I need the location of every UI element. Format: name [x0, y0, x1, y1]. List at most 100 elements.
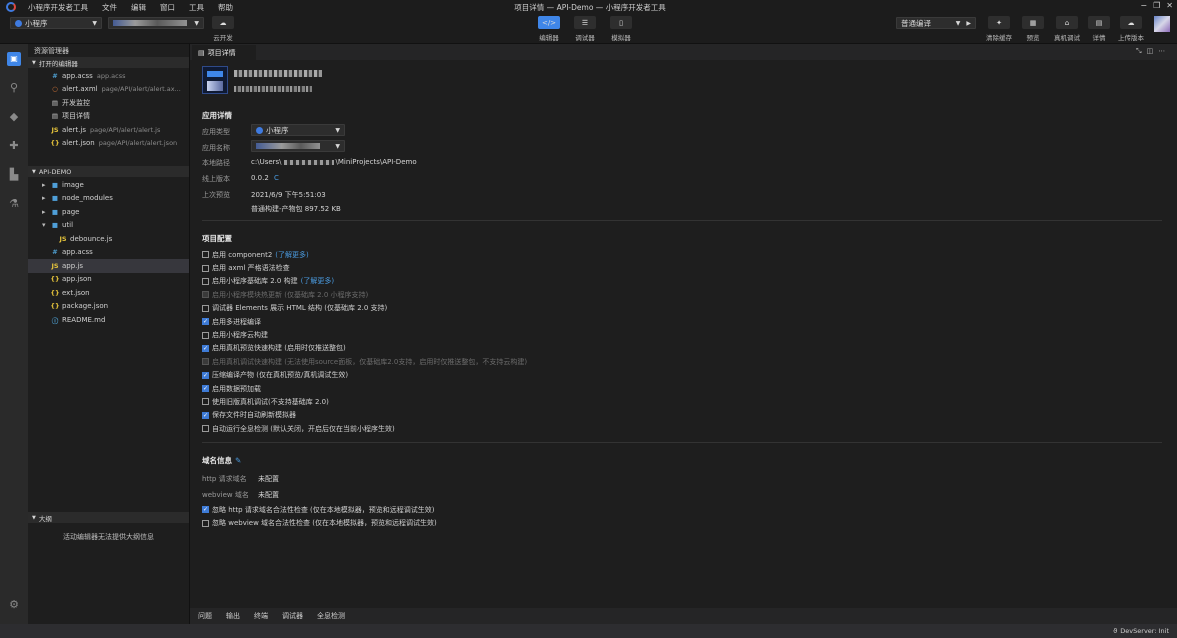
- checkbox-checked-icon[interactable]: ✓: [202, 385, 209, 393]
- checkbox-checked-icon[interactable]: ✓: [202, 371, 209, 379]
- checkbox-icon[interactable]: [202, 331, 209, 339]
- close-icon[interactable]: ✕: [1166, 1, 1173, 10]
- avatar[interactable]: [1154, 16, 1170, 32]
- learn-more-link[interactable]: (了解更多): [301, 276, 334, 286]
- play-icon[interactable]: ▶: [966, 20, 971, 27]
- checkbox-checked-icon[interactable]: ✓: [202, 344, 209, 352]
- checkbox-checked-icon[interactable]: ✓: [202, 506, 209, 514]
- path-prefix: c:\Users\: [251, 158, 282, 166]
- open-editor-name: alert.json: [62, 139, 95, 148]
- debugger-view-button[interactable]: ☰: [574, 16, 596, 29]
- folder-item[interactable]: ▸ ■ node_modules: [28, 192, 189, 206]
- menu-tools[interactable]: 工具: [189, 2, 204, 13]
- checkbox-icon[interactable]: [202, 304, 209, 312]
- type-select[interactable]: 小程序 ▼: [251, 124, 345, 136]
- refresh-icon[interactable]: C: [274, 174, 279, 182]
- name-select[interactable]: ▼: [251, 140, 345, 152]
- devserver-status-text: DevServer: Init: [1120, 627, 1169, 635]
- checkbox-icon[interactable]: [202, 398, 209, 406]
- config-option[interactable]: ✓ 压缩编译产物 (仅在真机预览/真机调试生效): [202, 369, 1102, 382]
- tab-debugger[interactable]: 调试器: [282, 611, 303, 621]
- restore-icon[interactable]: ❐: [1153, 1, 1160, 10]
- file-item[interactable]: JS app.js: [28, 259, 189, 273]
- folder-item[interactable]: ▸ ■ page: [28, 205, 189, 219]
- config-option[interactable]: 启用小程序基础库 2.0 构建 (了解更多): [202, 275, 1102, 288]
- config-option[interactable]: 启用 axml 严格语法检查: [202, 261, 1102, 274]
- config-option[interactable]: ✓ 启用多进程编译: [202, 315, 1102, 328]
- menu-window[interactable]: 窗口: [160, 2, 175, 13]
- file-type-icon: #: [52, 71, 58, 80]
- checkbox-icon[interactable]: [202, 277, 209, 285]
- menu-file[interactable]: 文件: [102, 2, 117, 13]
- chevron-down-icon: ▼: [335, 126, 340, 134]
- checkbox-icon[interactable]: [202, 425, 209, 433]
- checkbox-icon[interactable]: [202, 251, 209, 259]
- learn-more-link[interactable]: (了解更多): [275, 250, 308, 260]
- explorer-activity[interactable]: ▣: [0, 44, 28, 73]
- tab-problems[interactable]: 问题: [198, 611, 212, 621]
- search-activity[interactable]: ⚲: [0, 73, 28, 102]
- file-item[interactable]: # app.acss: [28, 246, 189, 260]
- checkbox-icon[interactable]: [202, 519, 209, 527]
- open-editors-header[interactable]: ▼ 打开的编辑器: [28, 57, 189, 68]
- config-option[interactable]: ✓ 保存文件时自动刷新模拟器: [202, 409, 1102, 422]
- menu-help[interactable]: 帮助: [218, 2, 233, 13]
- config-option[interactable]: 启用 component2 (了解更多): [202, 248, 1102, 261]
- clear-cache-button[interactable]: ✦: [988, 16, 1010, 29]
- file-item[interactable]: ⓘ README.md: [28, 313, 189, 327]
- outline-header[interactable]: ▼ 大纲: [28, 512, 189, 523]
- preview-button[interactable]: ▦: [1022, 16, 1044, 29]
- mode-select[interactable]: 小程序 ▼: [10, 17, 102, 29]
- cloud-upload-icon: ☁: [1127, 18, 1135, 27]
- editor-view-button[interactable]: </>: [538, 16, 560, 29]
- folder-item[interactable]: ▾ ■ util: [28, 219, 189, 233]
- domain-option[interactable]: 忽略 webview 域名合法性检查 (仅在本地模拟器，预览和远程调试生效): [202, 516, 902, 529]
- file-item[interactable]: {} app.json: [28, 273, 189, 287]
- more-icon[interactable]: ⋯: [1158, 47, 1165, 56]
- edit-icon[interactable]: ✎: [235, 456, 241, 465]
- file-item[interactable]: {} package.json: [28, 300, 189, 314]
- tab-project-details[interactable]: ▤ 项目详情: [192, 45, 256, 60]
- details-button[interactable]: ▤: [1088, 16, 1110, 29]
- config-option[interactable]: 自动运行全息检测 (默认关闭，开启后仅在当前小程序生效): [202, 422, 1102, 435]
- open-editor-item[interactable]: JS alert.js page/API/alert/alert.js: [28, 123, 189, 137]
- components-activity[interactable]: ▙: [0, 160, 28, 189]
- open-editor-item[interactable]: ○ alert.axml page/API/alert/alert.ax...: [28, 83, 189, 97]
- minimize-icon[interactable]: −: [1140, 1, 1147, 10]
- cloud-dev-button[interactable]: ☁: [212, 16, 234, 29]
- config-option[interactable]: ✓ 启用真机预览快速构建 (启用时仅推送整包): [202, 342, 1102, 355]
- tab-terminal[interactable]: 终端: [254, 611, 268, 621]
- open-editor-item[interactable]: ▤ 开发监控: [28, 96, 189, 110]
- settings-activity[interactable]: ⚙: [0, 590, 28, 619]
- chevron-right-icon: ▸: [42, 207, 46, 216]
- devserver-status[interactable]: ϑ DevServer: Init: [1113, 627, 1169, 635]
- open-editor-item[interactable]: ▤ 项目详情: [28, 110, 189, 124]
- open-editor-item[interactable]: {} alert.json page/API/alert/alert.json: [28, 137, 189, 151]
- test-activity[interactable]: ⚗: [0, 189, 28, 218]
- domain-option[interactable]: ✓ 忽略 http 请求域名合法性检查 (仅在本地模拟器，预览和远程调试生效): [202, 503, 902, 516]
- project-header[interactable]: ▼ API-DEMO: [28, 166, 189, 177]
- tab-output[interactable]: 输出: [226, 611, 240, 621]
- file-item[interactable]: {} ext.json: [28, 286, 189, 300]
- open-editor-item[interactable]: # app.acss app.acss: [28, 69, 189, 83]
- config-option[interactable]: ✓ 启用数据预加载: [202, 382, 1102, 395]
- split-icon[interactable]: ⤡: [1136, 47, 1142, 56]
- simulator-view-button[interactable]: ▯: [610, 16, 632, 29]
- folder-item[interactable]: ▸ ■ image: [28, 178, 189, 192]
- project-select[interactable]: ▼: [108, 17, 204, 29]
- upload-button[interactable]: ☁: [1120, 16, 1142, 29]
- checkbox-icon[interactable]: [202, 264, 209, 272]
- compile-mode-select[interactable]: 普通编译 ▼ ▶: [896, 17, 976, 29]
- source-control-activity[interactable]: ◆: [0, 102, 28, 131]
- checkbox-checked-icon[interactable]: ✓: [202, 318, 209, 326]
- tab-holo-check[interactable]: 全息检测: [317, 611, 345, 621]
- device-debug-button[interactable]: ⌂: [1056, 16, 1078, 29]
- menu-edit[interactable]: 编辑: [131, 2, 146, 13]
- config-option[interactable]: 启用小程序云构建: [202, 328, 1102, 341]
- file-item[interactable]: JS debounce.js: [28, 232, 189, 246]
- layout-icon[interactable]: ◫: [1147, 47, 1154, 56]
- extensions-activity[interactable]: ✚: [0, 131, 28, 160]
- config-option[interactable]: 调试器 Elements 展示 HTML 结构 (仅基础库 2.0 支持): [202, 302, 1102, 315]
- config-option[interactable]: 使用旧版真机调试(不支持基础库 2.0): [202, 395, 1102, 408]
- checkbox-checked-icon[interactable]: ✓: [202, 411, 209, 419]
